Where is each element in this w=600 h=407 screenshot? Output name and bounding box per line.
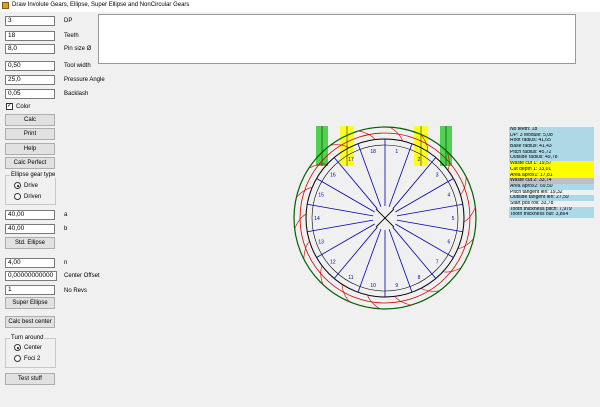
ellipse-gear-type-group: Ellipse gear type: [5, 172, 57, 205]
super-n-input[interactable]: 4,00: [5, 258, 55, 268]
center-offset-label: Center Offset: [64, 273, 100, 279]
teeth-label: Teeth: [64, 33, 79, 39]
backlash-label: Backlash: [64, 91, 89, 97]
no-revs-input[interactable]: 1: [5, 285, 55, 295]
print-button[interactable]: Print: [5, 128, 55, 140]
color-checkbox[interactable]: ✓: [6, 103, 13, 110]
tooth-spoke: [396, 203, 463, 217]
tooth-label: 7: [436, 260, 439, 266]
test-stuff-button[interactable]: Test stuff: [5, 373, 55, 385]
pin-size-label: Pin size Ø: [64, 46, 92, 52]
output-textbox[interactable]: [98, 14, 576, 64]
driven-radio-label: Driven: [24, 194, 42, 200]
tooth-label: 3: [436, 172, 439, 178]
tooth-label: 6: [448, 239, 451, 245]
tooth-label: 15: [318, 193, 324, 199]
drive-radio-label: Drive: [24, 183, 39, 189]
teeth-input[interactable]: 18: [5, 31, 55, 41]
turn-around-group: Turn around: [5, 335, 56, 368]
tooth-label: 13: [318, 239, 324, 245]
gear-drawing: 123456789101112131415161718: [293, 126, 477, 310]
ellipse-b-label: b: [64, 226, 68, 232]
tooth-label: 8: [418, 275, 421, 281]
super-ellipse-button[interactable]: Super Ellipse: [5, 297, 55, 309]
app-icon: [2, 2, 9, 9]
tooth-label: 17: [348, 157, 354, 163]
center-offset-input[interactable]: 0,00000000000: [5, 271, 57, 281]
foci2-radio-label: Foci 2: [24, 356, 41, 362]
tooth-label: 10: [370, 283, 376, 289]
info-line: Tooth thickness out: 3,864: [509, 212, 594, 218]
help-button[interactable]: Help: [5, 143, 55, 155]
title-bar: Draw Involute Gears, Ellipse, Super Elli…: [0, 0, 600, 12]
tooth-spoke: [388, 229, 413, 293]
gear-info-panel: No teeth: 18 DP: 3 Module: 5,08 Root radiu…: [509, 127, 594, 218]
ellipse-a-input[interactable]: 40,00: [5, 210, 55, 220]
ellipse-b-input[interactable]: 40,00: [5, 224, 55, 234]
pressure-angle-input[interactable]: 25,0: [5, 75, 55, 85]
center-radio-label: Center: [24, 345, 43, 351]
super-n-label: n: [64, 260, 68, 266]
ellipse-a-label: a: [64, 212, 68, 218]
tooth-spoke: [388, 143, 413, 207]
tooth-label: 14: [314, 216, 320, 222]
foci2-radio[interactable]: [14, 355, 21, 362]
drive-radio[interactable]: [14, 182, 21, 189]
color-checkbox-label: Color: [16, 104, 31, 110]
dp-label: DP: [64, 18, 73, 24]
window-title: Draw Involute Gears, Ellipse, Super Elli…: [12, 2, 190, 8]
tool-width-label: Tool width: [64, 63, 91, 69]
turn-around-title: Turn around: [10, 335, 45, 341]
tooth-label: 18: [370, 149, 376, 155]
calc-perfect-button[interactable]: Calc Perfect: [5, 157, 55, 169]
backlash-input[interactable]: 0,05: [5, 89, 55, 99]
tooth-label: 12: [330, 260, 336, 266]
tooth-label: 1: [395, 149, 398, 155]
driven-radio[interactable]: [14, 193, 21, 200]
pin-size-input[interactable]: 8,0: [5, 44, 55, 54]
calc-button[interactable]: Calc: [5, 114, 55, 126]
tooth-label: 5: [452, 216, 455, 222]
tool-width-input[interactable]: 0,50: [5, 61, 55, 71]
dp-input[interactable]: 3: [5, 16, 55, 26]
calc-best-center-button[interactable]: Calc best center: [5, 316, 55, 328]
tooth-label: 9: [395, 283, 398, 289]
tooth-label: 4: [448, 193, 451, 199]
tooth-label: 2: [418, 157, 421, 163]
tooth-label: 16: [330, 172, 336, 178]
tooth-label: 11: [348, 275, 353, 281]
no-revs-label: No Revs: [64, 288, 88, 294]
tooth-spoke: [307, 203, 374, 217]
center-radio[interactable]: [14, 344, 21, 351]
std-ellipse-button[interactable]: Std. Ellipse: [5, 237, 55, 249]
ellipse-gear-type-title: Ellipse gear type: [10, 172, 57, 178]
pressure-angle-label: Pressure Angle: [64, 77, 105, 83]
